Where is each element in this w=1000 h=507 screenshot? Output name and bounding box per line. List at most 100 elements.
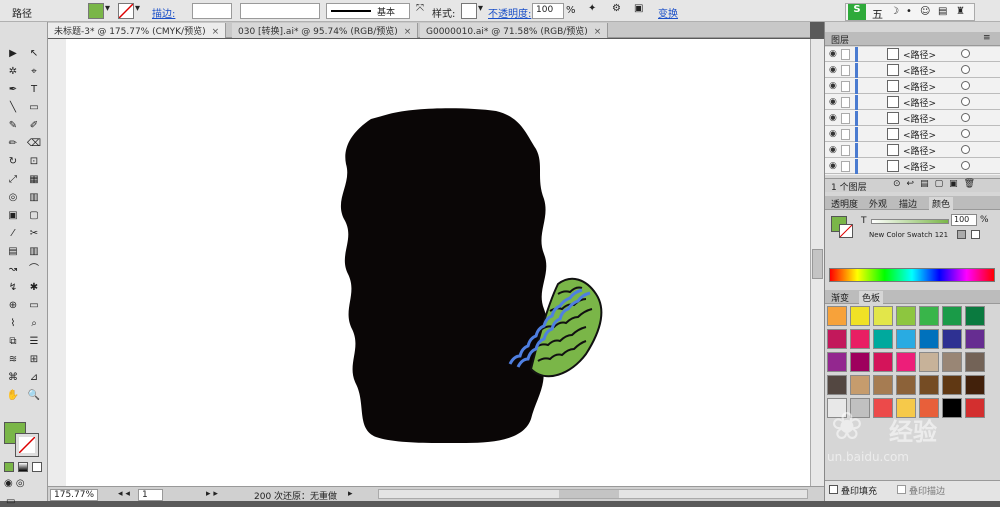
recolor-icon[interactable]: ✦ (588, 3, 596, 14)
swatch[interactable] (942, 306, 962, 326)
lock-toggle[interactable] (841, 81, 850, 92)
swatch[interactable] (873, 352, 893, 372)
tab-g0000010[interactable]: G0000010.ai* @ 71.58% (RGB/预览) × (420, 23, 609, 38)
eye-icon[interactable]: ◉ (829, 145, 837, 155)
tool-button-19[interactable]: ▣ (3, 208, 23, 223)
tool-button-39[interactable]: ✋ (3, 388, 23, 403)
tool-button-32[interactable]: ⌕ (24, 316, 44, 331)
tool-button-40[interactable]: 🔍 (24, 388, 44, 403)
web-safe-icon[interactable] (971, 230, 980, 239)
swatch[interactable] (919, 398, 939, 418)
swatch[interactable] (896, 375, 916, 395)
tool-button-11[interactable]: ✏ (3, 136, 23, 151)
target-icon[interactable] (961, 81, 970, 90)
tool-button-2[interactable]: ↖ (24, 46, 44, 61)
tool-button-17[interactable]: ◎ (3, 190, 23, 205)
swatch[interactable] (827, 306, 847, 326)
tool-button-14[interactable]: ⊡ (24, 154, 44, 169)
variable-width-select[interactable] (240, 3, 320, 19)
screen-mode-icon[interactable]: ▭ (6, 496, 15, 507)
swatch[interactable] (827, 375, 847, 395)
chevron-down-icon[interactable]: ▾ (105, 3, 110, 14)
lock-toggle[interactable] (841, 145, 850, 156)
eye-icon[interactable]: ◉ (829, 49, 837, 59)
layer-row[interactable]: ◉ <路径> (825, 79, 1000, 94)
tool-button-5[interactable]: ✒ (3, 82, 23, 97)
tool-button-34[interactable]: ☰ (24, 334, 44, 349)
tool-button-36[interactable]: ⊞ (24, 352, 44, 367)
layer-row[interactable]: ◉ <路径> (825, 47, 1000, 62)
swatch[interactable] (827, 352, 847, 372)
status-menu-icon[interactable]: ▸ (348, 489, 353, 499)
tool-button-1[interactable]: ▶ (3, 46, 23, 61)
tool-button-29[interactable]: ⊕ (3, 298, 23, 313)
layer-row[interactable]: ◉ <路径> (825, 143, 1000, 158)
tool-button-18[interactable]: ▥ (24, 190, 44, 205)
tool-button-27[interactable]: ↯ (3, 280, 23, 295)
tool-button-12[interactable]: ⌫ (24, 136, 44, 151)
swatch[interactable] (850, 329, 870, 349)
sogou-logo-icon[interactable]: S (848, 4, 866, 20)
swatch[interactable] (919, 306, 939, 326)
page-next-icon[interactable]: ▸ ▸ (206, 489, 218, 499)
tint-slider[interactable] (871, 219, 949, 224)
none-mode-button[interactable] (32, 462, 42, 472)
tint-value-input[interactable]: 100 (951, 214, 977, 226)
tool-button-25[interactable]: ↝ (3, 262, 23, 277)
eye-icon[interactable]: ◉ (829, 113, 837, 123)
artwork[interactable] (66, 39, 810, 486)
target-icon[interactable] (961, 145, 970, 154)
layer-row[interactable]: ◉ <路径> (825, 127, 1000, 142)
moon-icon[interactable]: ☽ (890, 6, 899, 17)
layer-name[interactable]: <路径> (903, 112, 936, 125)
swatch[interactable] (827, 329, 847, 349)
tool-button-30[interactable]: ▭ (24, 298, 44, 313)
tool-button-15[interactable]: ⤢ (3, 172, 23, 187)
gear-icon[interactable]: ⚙ (612, 3, 621, 14)
swatch[interactable] (896, 352, 916, 372)
draw-mode-icon[interactable]: ◉ ◎ (4, 478, 25, 489)
swatch[interactable] (965, 375, 985, 395)
swatch[interactable] (965, 306, 985, 326)
align-icon[interactable]: ▣ (634, 3, 643, 14)
smile-icon[interactable]: ☺ (920, 6, 930, 17)
tool-button-20[interactable]: ▢ (24, 208, 44, 223)
swatch[interactable] (919, 352, 939, 372)
scrollbar-thumb[interactable] (559, 490, 619, 498)
zoom-field[interactable]: 175.77% (50, 489, 99, 501)
tool-button-7[interactable]: ╲ (3, 100, 23, 115)
ime-toolbar[interactable]: S 五 ☽ • ☺ ▤ ♜ (845, 3, 975, 21)
swatch[interactable] (896, 306, 916, 326)
opacity-input[interactable]: 100 (532, 3, 564, 19)
tab-stroke[interactable]: 描边 (899, 197, 917, 210)
layer-name[interactable]: <路径> (903, 128, 936, 141)
eye-icon[interactable]: ◉ (829, 129, 837, 139)
tool-button-4[interactable]: ⌖ (24, 64, 44, 79)
chevron-down-icon[interactable]: ▾ (135, 3, 140, 14)
lock-toggle[interactable] (841, 97, 850, 108)
tool-button-16[interactable]: ▦ (24, 172, 44, 187)
tool-button-22[interactable]: ✂ (24, 226, 44, 241)
layer-name[interactable]: <路径> (903, 144, 936, 157)
layer-row[interactable]: ◉ <路径> (825, 111, 1000, 126)
tab-untitled-3[interactable]: 未标题-3* @ 175.77% (CMYK/预览) × (48, 23, 227, 38)
swatch[interactable] (873, 375, 893, 395)
tool-button-33[interactable]: ⧉ (3, 334, 23, 349)
target-icon[interactable] (961, 65, 970, 74)
overprint-fill-checkbox[interactable] (829, 485, 838, 494)
lock-toggle[interactable] (841, 49, 850, 60)
overprint-stroke-checkbox[interactable] (897, 485, 906, 494)
close-icon[interactable]: × (404, 27, 412, 37)
stroke-color-swatch[interactable] (118, 3, 134, 19)
color-stroke-swatch[interactable] (839, 224, 853, 238)
layer-name[interactable]: <路径> (903, 160, 936, 173)
eye-icon[interactable]: ◉ (829, 97, 837, 107)
tool-button-3[interactable]: ✲ (3, 64, 23, 79)
tool-button-31[interactable]: ⌇ (3, 316, 23, 331)
swatch[interactable] (850, 306, 870, 326)
tool-button-6[interactable]: T (24, 82, 44, 97)
stroke-label[interactable]: 描边: (152, 5, 175, 20)
close-icon[interactable]: × (594, 27, 602, 37)
layers-panel-header[interactable]: 图层 ≡ (825, 32, 1000, 46)
layer-row[interactable]: ◉ <路径> (825, 159, 1000, 174)
